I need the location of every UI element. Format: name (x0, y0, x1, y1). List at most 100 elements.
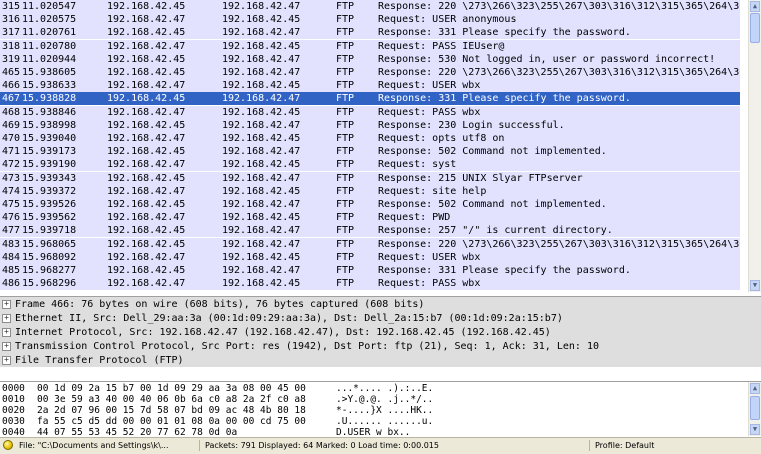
packet-dst-cell: 192.168.42.47 (222, 199, 301, 210)
packet-proto-cell: FTP (336, 119, 355, 131)
packet-src-cell: 192.168.42.45 (107, 27, 186, 39)
scroll-down-button[interactable]: ▼ (750, 424, 760, 435)
scroll-up-button[interactable]: ▲ (750, 383, 760, 394)
packet-time-cell: 15.938633 (22, 80, 77, 92)
packet-src-cell: 192.168.42.47 (107, 185, 186, 197)
packet-proto-cell: FTP (336, 238, 355, 250)
packet-info-cell: Response: 220 \273\266\323\255\267\303\3… (378, 238, 740, 250)
packet-row[interactable]: 476 15.939562 192.168.42.47 192.168.42.45 FT… (0, 211, 740, 225)
packet-list[interactable]: 315 11.020547 192.168.42.45 192.168.42.47 FT… (0, 0, 752, 292)
expand-icon[interactable]: + (2, 314, 11, 323)
packet-no-cell: 475 (1, 199, 20, 210)
packet-proto-cell: FTP (336, 265, 355, 276)
bytes-pane-scrollbar[interactable]: ▲ ▼ (748, 382, 761, 436)
packet-details-pane[interactable]: + Frame 466: 76 bytes on wire (608 bits),… (0, 296, 761, 382)
packet-row[interactable]: 318 11.020780 192.168.42.47 192.168.42.45 FT… (0, 39, 740, 53)
packet-proto-cell: FTP (336, 106, 355, 118)
packet-time-cell: 15.939372 (22, 185, 77, 197)
packet-src-cell: 192.168.42.45 (107, 172, 186, 184)
scroll-thumb[interactable] (750, 396, 760, 420)
detail-text: Ethernet II, Src: Dell_29:aa:3a (00:1d:0… (15, 313, 563, 324)
detail-text: Internet Protocol, Src: 192.168.42.47 (1… (15, 327, 551, 338)
detail-row-ethernet[interactable]: + Ethernet II, Src: Dell_29:aa:3a (00:1d:… (2, 312, 563, 325)
detail-row-ip[interactable]: + Internet Protocol, Src: 192.168.42.47 (… (2, 326, 551, 339)
detail-row-frame[interactable]: + Frame 466: 76 bytes on wire (608 bits),… (2, 298, 424, 311)
packet-row[interactable]: 317 11.020761 192.168.42.45 192.168.42.47 FT… (0, 26, 740, 40)
packet-time-cell: 15.938828 (22, 93, 77, 105)
expand-icon[interactable]: + (2, 328, 11, 337)
packet-row[interactable]: 470 15.939040 192.168.42.47 192.168.42.45 FT… (0, 132, 740, 145)
packet-row[interactable]: 484 15.968092 192.168.42.47 192.168.42.45 FT… (0, 250, 740, 264)
hex-bytes: 44 07 55 53 45 52 20 77 62 78 0d 0a (37, 427, 238, 436)
packet-row[interactable]: 474 15.939372 192.168.42.47 192.168.42.45 FT… (0, 184, 740, 198)
packet-row[interactable]: 471 15.939173 192.168.42.45 192.168.42.47 FT… (0, 145, 740, 159)
packet-row[interactable]: 472 15.939190 192.168.42.47 192.168.42.45 FT… (0, 158, 740, 172)
expand-icon[interactable]: + (2, 300, 11, 309)
packet-no-cell: 474 (1, 185, 20, 197)
packet-time-cell: 15.938998 (22, 119, 77, 131)
packet-row[interactable]: 473 15.939343 192.168.42.45 192.168.42.47 FT… (0, 171, 740, 185)
packet-row[interactable]: 483 15.968065 192.168.42.45 192.168.42.47 FT… (0, 237, 740, 251)
hex-offset: 0020 (2, 405, 25, 416)
detail-row-ftp[interactable]: + File Transfer Protocol (FTP) (2, 354, 184, 367)
hex-offset: 0030 (2, 416, 25, 427)
packet-no-cell: 316 (1, 14, 20, 26)
scroll-up-button[interactable]: ▲ (750, 1, 760, 12)
packet-row[interactable]: 485 15.968277 192.168.42.45 192.168.42.47 FT… (0, 264, 740, 277)
detail-text: Transmission Control Protocol, Src Port:… (15, 341, 599, 352)
packet-dst-cell: 192.168.42.47 (222, 93, 301, 105)
packet-dst-cell: 192.168.42.47 (222, 225, 301, 237)
packet-no-cell: 465 (1, 67, 20, 78)
packet-info-cell: Request: PASS wbx (378, 106, 481, 118)
packet-time-cell: 15.939040 (22, 133, 77, 144)
packet-no-cell: 477 (1, 225, 20, 237)
hex-offset: 0040 (2, 427, 25, 436)
packet-info-cell: Response: 502 Command not implemented. (378, 146, 607, 158)
packet-src-cell: 192.168.42.45 (107, 265, 186, 276)
expert-info-icon[interactable] (3, 440, 13, 450)
expand-icon[interactable]: + (2, 342, 11, 351)
packet-proto-cell: FTP (336, 67, 355, 78)
hex-bytes: 00 1d 09 2a 15 b7 00 1d 09 29 aa 3a 08 0… (37, 383, 306, 394)
packet-proto-cell: FTP (336, 199, 355, 210)
packet-info-cell: Request: site help (378, 185, 487, 197)
packet-no-cell: 472 (1, 159, 20, 171)
packet-row[interactable]: 466 15.938633 192.168.42.47 192.168.42.45 FT… (0, 79, 740, 93)
packet-row[interactable]: 465 15.938605 192.168.42.45 192.168.42.47 FT… (0, 66, 740, 79)
packet-no-cell: 473 (1, 172, 20, 184)
packet-row[interactable]: 477 15.939718 192.168.42.45 192.168.42.47 FT… (0, 224, 740, 238)
packet-info-cell: Response: 331 Please specify the passwor… (378, 265, 631, 276)
packet-bytes-pane[interactable]: 0000 00 1d 09 2a 15 b7 00 1d 09 29 aa 3a… (0, 382, 752, 436)
packet-row[interactable]: 469 15.938998 192.168.42.45 192.168.42.47 FT… (0, 118, 740, 132)
expand-icon[interactable]: + (2, 356, 11, 365)
packet-info-cell: Request: PASS IEUser@ (378, 40, 505, 52)
packet-time-cell: 11.020547 (22, 1, 77, 12)
scroll-thumb[interactable] (750, 13, 760, 43)
packet-src-cell: 192.168.42.47 (107, 159, 186, 171)
packet-row[interactable]: 468 15.938846 192.168.42.47 192.168.42.45 FT… (0, 105, 740, 119)
packet-list-scrollbar[interactable]: ▲ ▼ (748, 0, 761, 292)
packet-row[interactable]: 316 11.020575 192.168.42.47 192.168.42.45 FT… (0, 13, 740, 27)
packet-info-cell: Request: PASS wbx (378, 278, 481, 290)
packet-info-cell: Response: 220 \273\266\323\255\267\303\3… (378, 1, 740, 12)
packet-row[interactable]: 315 11.020547 192.168.42.45 192.168.42.47 FT… (0, 0, 740, 13)
packet-info-cell: Request: opts utf8 on (378, 133, 505, 144)
status-profile[interactable]: Profile: Default (592, 440, 755, 451)
packet-src-cell: 192.168.42.45 (107, 53, 186, 65)
packet-row[interactable]: 467 15.938828 192.168.42.45 192.168.42.47 FT… (0, 92, 740, 106)
packet-info-cell: Response: 502 Command not implemented. (378, 199, 607, 210)
hex-offset: 0010 (2, 394, 25, 405)
packet-dst-cell: 192.168.42.45 (222, 278, 301, 290)
packet-proto-cell: FTP (336, 53, 355, 65)
packet-time-cell: 15.939173 (22, 146, 77, 158)
packet-row[interactable]: 319 11.020944 192.168.42.45 192.168.42.47 FT… (0, 52, 740, 66)
detail-row-tcp[interactable]: + Transmission Control Protocol, Src Port… (2, 340, 599, 353)
packet-proto-cell: FTP (336, 185, 355, 197)
packet-info-cell: Request: USER wbx (378, 80, 481, 92)
scroll-down-button[interactable]: ▼ (750, 280, 760, 291)
packet-no-cell: 468 (1, 106, 20, 118)
packet-row[interactable]: 475 15.939526 192.168.42.45 192.168.42.47 FT… (0, 198, 740, 211)
packet-row[interactable]: 486 15.968296 192.168.42.47 192.168.42.45 FT… (0, 277, 740, 291)
packet-info-cell: Response: 220 \273\266\323\255\267\303\3… (378, 67, 740, 78)
packet-no-cell: 476 (1, 212, 20, 224)
